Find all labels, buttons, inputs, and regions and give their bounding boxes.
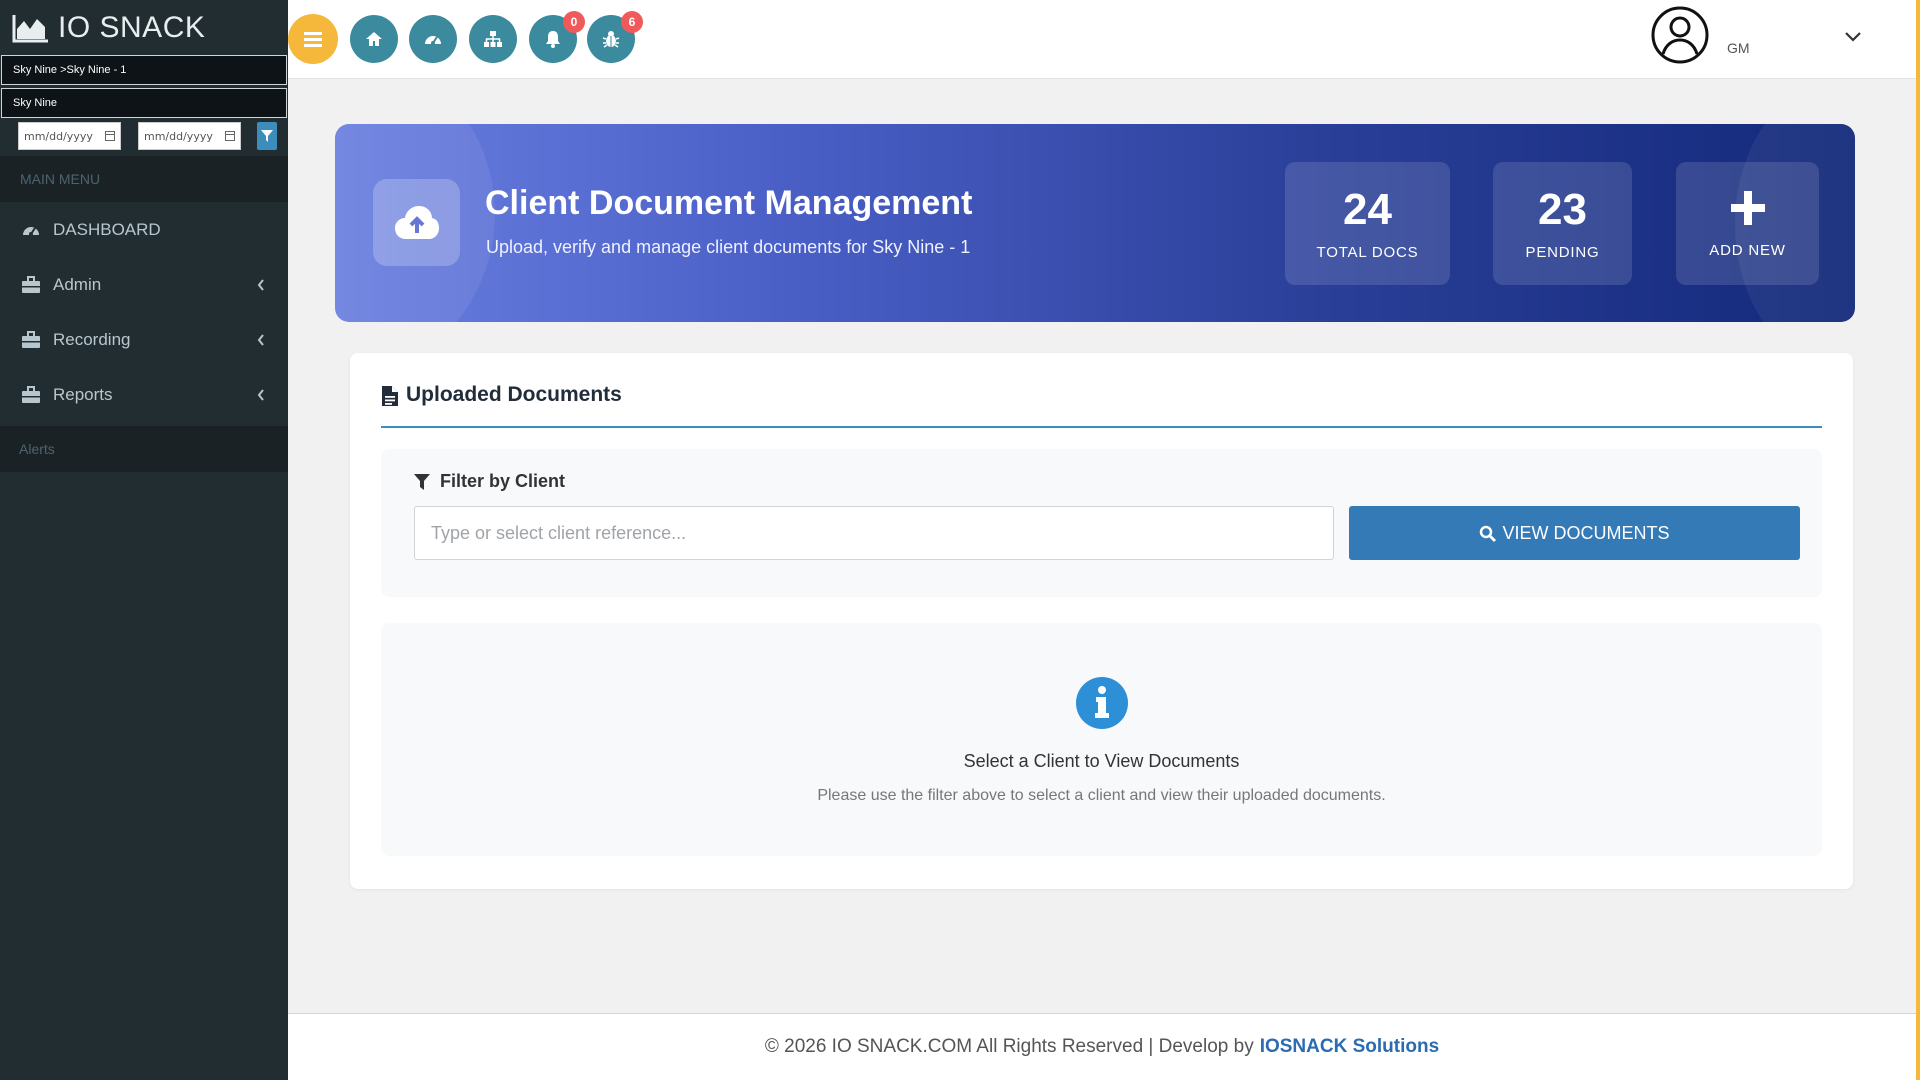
- briefcase-icon: [21, 385, 41, 405]
- uploaded-documents-card: Uploaded Documents Filter by Client VIEW…: [350, 353, 1853, 889]
- location-path-select[interactable]: Sky Nine >Sky Nine - 1: [1, 55, 287, 85]
- stat-total-docs: 24 TOTAL DOCS: [1285, 162, 1450, 285]
- page-scrollbar[interactable]: [1916, 0, 1920, 1080]
- empty-state-title: Select a Client to View Documents: [963, 751, 1240, 771]
- hamburger-icon: [304, 32, 322, 47]
- info-icon: [1076, 677, 1128, 729]
- hero-banner: Client Document Management Upload, verif…: [335, 124, 1855, 322]
- alerts-header: Alerts: [0, 426, 288, 472]
- user-avatar-icon[interactable]: [1651, 6, 1709, 64]
- sitemap-icon: [484, 31, 502, 47]
- view-documents-button[interactable]: VIEW DOCUMENTS: [1349, 506, 1800, 560]
- bugs-badge: 6: [621, 11, 643, 33]
- bug-report-button[interactable]: 6: [587, 11, 643, 63]
- date-to-input[interactable]: mm/dd/yyyy: [138, 122, 241, 150]
- user-initials[interactable]: GM: [1727, 40, 1750, 56]
- chevron-left-icon: [257, 388, 264, 401]
- filter-label: Filter by Client: [414, 471, 565, 492]
- sidebar-item-reports[interactable]: Reports: [0, 367, 288, 422]
- org-chart-button[interactable]: [469, 15, 517, 63]
- filter-icon: [261, 130, 273, 142]
- sidebar-item-admin[interactable]: Admin: [0, 257, 288, 312]
- add-new-label: ADD NEW: [1709, 242, 1786, 259]
- stat-value: 24: [1343, 185, 1392, 234]
- main-menu-header: MAIN MENU: [0, 156, 288, 202]
- briefcase-icon: [21, 275, 41, 295]
- date-filter-row: mm/dd/yyyy mm/dd/yyyy: [0, 118, 288, 154]
- date-to-placeholder: mm/dd/yyyy: [144, 129, 213, 143]
- notifications-button[interactable]: 0: [529, 11, 585, 63]
- stat-pending: 23 PENDING: [1493, 162, 1632, 285]
- page-subtitle: Upload, verify and manage client documen…: [486, 237, 971, 257]
- briefcase-icon: [21, 330, 41, 350]
- area-chart-icon: [12, 14, 48, 42]
- sidebar-item-label: DASHBOARD: [53, 219, 161, 239]
- developer-link[interactable]: IOSNACK Solutions: [1260, 1036, 1439, 1058]
- sidebar-item-label: Admin: [53, 274, 102, 294]
- empty-state-description: Please use the filter above to select a …: [817, 787, 1386, 804]
- card-header: Uploaded Documents: [381, 383, 1822, 428]
- add-new-button[interactable]: ADD NEW: [1676, 162, 1819, 285]
- footer-copyright: © 2026 IO SNACK.COM All Rights Reserved …: [764, 1036, 1254, 1057]
- bell-icon: [546, 31, 560, 48]
- search-icon: [1480, 525, 1497, 542]
- dashboard-icon: [21, 220, 41, 240]
- stat-label: TOTAL DOCS: [1316, 244, 1419, 261]
- bug-icon: [602, 31, 620, 48]
- notifications-badge: 0: [563, 11, 585, 33]
- footer: © 2026 IO SNACK.COM All Rights Reserved …: [288, 1013, 1916, 1080]
- sidebar-item-label: Recording: [53, 329, 131, 349]
- calendar-icon[interactable]: [225, 131, 235, 141]
- sidebar-item-label: Reports: [53, 384, 113, 404]
- sidebar: IO SNACK Sky Nine >Sky Nine - 1 Sky Nine…: [0, 0, 288, 1080]
- filter-icon: [414, 473, 430, 490]
- view-documents-label: VIEW DOCUMENTS: [1502, 522, 1670, 543]
- client-filter-panel: Filter by Client VIEW DOCUMENTS: [381, 449, 1822, 597]
- date-from-placeholder: mm/dd/yyyy: [24, 129, 93, 143]
- location-select[interactable]: Sky Nine: [1, 88, 287, 118]
- calendar-icon[interactable]: [105, 131, 115, 141]
- cloud-upload-icon: [373, 179, 460, 266]
- date-filter-button[interactable]: [257, 122, 277, 150]
- empty-state-panel: Select a Client to View Documents Please…: [381, 623, 1822, 856]
- plus-icon: [1730, 191, 1765, 225]
- filter-label-text: Filter by Client: [440, 471, 566, 491]
- home-icon: [366, 32, 382, 46]
- dashboard-icon: [425, 36, 441, 45]
- stat-value: 23: [1538, 185, 1587, 234]
- brand-name: IO SNACK: [58, 10, 206, 44]
- top-navbar: 0 6 GM: [288, 0, 1920, 79]
- client-reference-input[interactable]: [414, 506, 1334, 560]
- chevron-left-icon: [257, 278, 264, 291]
- chevron-left-icon: [257, 333, 264, 346]
- dashboard-button[interactable]: [409, 15, 457, 63]
- card-title: Uploaded Documents: [406, 383, 622, 406]
- sidebar-item-dashboard[interactable]: DASHBOARD: [0, 202, 288, 257]
- sidebar-item-recording[interactable]: Recording: [0, 312, 288, 367]
- page-title: Client Document Management: [485, 184, 973, 222]
- stat-label: PENDING: [1525, 244, 1600, 261]
- chevron-down-icon[interactable]: [1843, 30, 1863, 44]
- home-button[interactable]: [350, 15, 398, 63]
- brand[interactable]: IO SNACK: [0, 0, 288, 55]
- sidebar-toggle-button[interactable]: [288, 14, 338, 64]
- date-from-input[interactable]: mm/dd/yyyy: [18, 122, 121, 150]
- document-icon: [382, 386, 398, 406]
